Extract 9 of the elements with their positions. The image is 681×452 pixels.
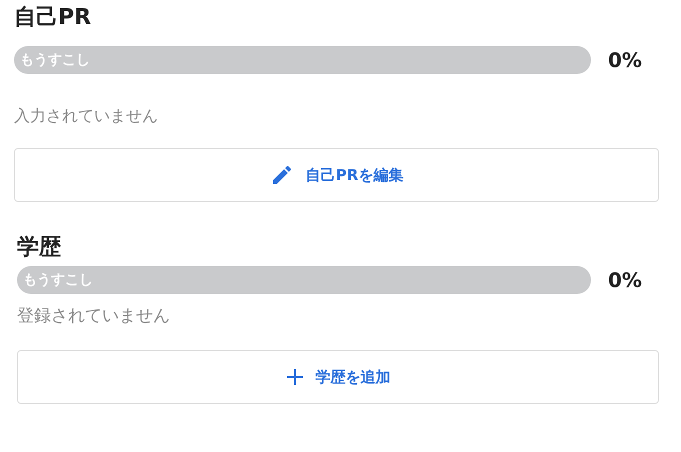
section-title: 自己PR [14, 4, 92, 32]
section-title: 学歴 [17, 234, 62, 262]
empty-message: 入力されていません [14, 105, 159, 127]
plus-icon [286, 368, 304, 386]
add-button[interactable]: 学歴を追加 [17, 350, 659, 404]
empty-message: 登録されていません [17, 305, 171, 328]
progress-percent: 0% [607, 268, 643, 292]
edit-button[interactable]: 自己PRを編集 [14, 148, 659, 202]
progress-percent: 0% [607, 48, 643, 72]
